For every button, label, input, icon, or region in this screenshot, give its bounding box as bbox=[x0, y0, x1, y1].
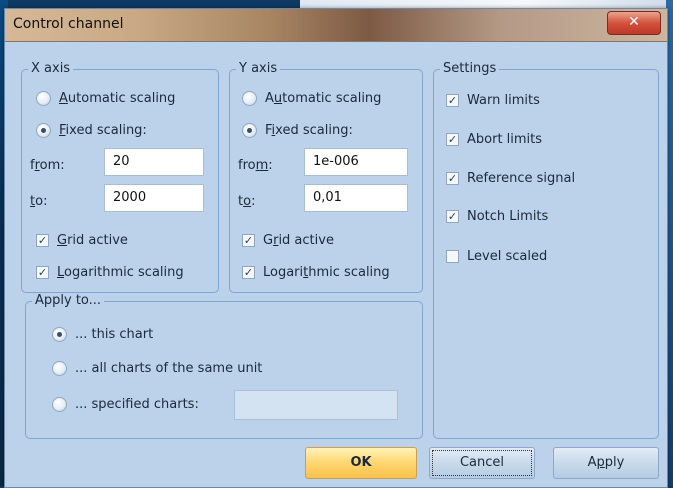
x-grid-active-check[interactable]: ✓ bbox=[36, 233, 49, 247]
apply-same-unit-radio[interactable]: ... all charts of the same unit bbox=[52, 358, 262, 378]
notch-limits-check[interactable]: ✓ bbox=[446, 209, 459, 223]
y-axis-group-title: Y axis bbox=[236, 61, 281, 76]
level-scaled-check[interactable] bbox=[446, 249, 459, 263]
x-logarithmic-scaling-label: Logarithmic scaling bbox=[57, 264, 184, 280]
reference-signal-check[interactable]: ✓ bbox=[446, 171, 459, 185]
x-to-label: to: bbox=[30, 194, 48, 209]
abort-limits-label: Abort limits bbox=[467, 131, 543, 147]
dialog-title: Control channel bbox=[13, 16, 124, 32]
x-from-input[interactable]: 20 bbox=[104, 148, 204, 176]
abort-limits-checkbox[interactable]: ✓ Abort limits bbox=[446, 129, 542, 149]
dialog-titlebar[interactable]: Control channel ✕ bbox=[5, 9, 667, 42]
y-automatic-scaling-radio[interactable]: Automatic scaling bbox=[242, 88, 381, 108]
settings-group-title: Settings bbox=[440, 61, 500, 76]
y-fixed-scaling-radio[interactable]: Fixed scaling: bbox=[242, 120, 353, 140]
apply-specified-charts-radio-button[interactable] bbox=[52, 396, 67, 412]
x-grid-active-label: Grid active bbox=[57, 232, 128, 248]
apply-specified-charts-radio[interactable]: ... specified charts: bbox=[52, 394, 199, 414]
close-icon: ✕ bbox=[628, 14, 640, 30]
x-automatic-scaling-radio[interactable]: Automatic scaling bbox=[36, 88, 175, 108]
ok-button[interactable]: OK bbox=[305, 447, 417, 479]
y-logarithmic-scaling-checkbox[interactable]: ✓ Logarithmic scaling bbox=[242, 262, 390, 282]
y-grid-active-label: Grid active bbox=[263, 232, 334, 248]
close-button[interactable]: ✕ bbox=[607, 11, 661, 35]
control-channel-dialog: Control channel ✕ X axis Automatic scali… bbox=[4, 8, 668, 488]
y-fixed-scaling-label: Fixed scaling: bbox=[265, 122, 353, 138]
x-axis-group-title: X axis bbox=[28, 61, 74, 76]
y-logarithmic-scaling-label: Logarithmic scaling bbox=[263, 264, 390, 280]
settings-group: Settings ✓ Warn limits ✓ Abort limits ✓ … bbox=[433, 61, 659, 439]
x-grid-active-checkbox[interactable]: ✓ Grid active bbox=[36, 230, 128, 250]
x-automatic-scaling-label: Automatic scaling bbox=[59, 90, 176, 106]
y-to-label: to: bbox=[238, 194, 256, 209]
notch-limits-label: Notch Limits bbox=[467, 208, 549, 224]
apply-to-group: Apply to... ... this chart ... all chart… bbox=[25, 293, 423, 439]
warn-limits-checkbox[interactable]: ✓ Warn limits bbox=[446, 90, 540, 110]
apply-specified-charts-label: ... specified charts: bbox=[75, 396, 199, 412]
cancel-button[interactable]: Cancel bbox=[429, 447, 535, 479]
x-axis-group: X axis Automatic scaling Fixed scaling: … bbox=[21, 61, 219, 293]
x-logarithmic-scaling-check[interactable]: ✓ bbox=[36, 265, 49, 279]
apply-button[interactable]: Apply bbox=[553, 447, 659, 479]
specified-charts-input[interactable] bbox=[234, 390, 398, 420]
y-from-label: from: bbox=[238, 158, 273, 173]
warn-limits-check[interactable]: ✓ bbox=[446, 93, 459, 107]
x-fixed-scaling-radio[interactable]: Fixed scaling: bbox=[36, 120, 147, 140]
apply-this-chart-radio-button[interactable] bbox=[52, 326, 67, 342]
x-to-input[interactable]: 2000 bbox=[104, 184, 204, 212]
y-fixed-scaling-radio-button[interactable] bbox=[242, 122, 257, 138]
y-automatic-scaling-radio-button[interactable] bbox=[242, 90, 257, 106]
warn-limits-label: Warn limits bbox=[467, 92, 540, 108]
x-logarithmic-scaling-checkbox[interactable]: ✓ Logarithmic scaling bbox=[36, 262, 184, 282]
y-automatic-scaling-label: Automatic scaling bbox=[265, 90, 382, 106]
apply-to-group-title: Apply to... bbox=[32, 293, 105, 308]
reference-signal-checkbox[interactable]: ✓ Reference signal bbox=[446, 168, 575, 188]
notch-limits-checkbox[interactable]: ✓ Notch Limits bbox=[446, 206, 548, 226]
x-from-label: from: bbox=[30, 158, 65, 173]
y-grid-active-checkbox[interactable]: ✓ Grid active bbox=[242, 230, 334, 250]
x-automatic-scaling-radio-button[interactable] bbox=[36, 90, 51, 106]
y-axis-group: Y axis Automatic scaling Fixed scaling: … bbox=[229, 61, 423, 293]
abort-limits-check[interactable]: ✓ bbox=[446, 132, 459, 146]
apply-this-chart-label: ... this chart bbox=[75, 326, 154, 342]
y-logarithmic-scaling-check[interactable]: ✓ bbox=[242, 265, 255, 279]
y-grid-active-check[interactable]: ✓ bbox=[242, 233, 255, 247]
reference-signal-label: Reference signal bbox=[467, 170, 576, 186]
x-fixed-scaling-radio-button[interactable] bbox=[36, 122, 51, 138]
y-to-input[interactable]: 0,01 bbox=[304, 184, 408, 212]
apply-same-unit-label: ... all charts of the same unit bbox=[75, 360, 263, 376]
apply-same-unit-radio-button[interactable] bbox=[52, 360, 67, 376]
y-from-input[interactable]: 1e-006 bbox=[304, 148, 408, 176]
x-fixed-scaling-label: Fixed scaling: bbox=[59, 122, 147, 138]
level-scaled-checkbox[interactable]: Level scaled bbox=[446, 246, 547, 266]
apply-this-chart-radio[interactable]: ... this chart bbox=[52, 324, 153, 344]
level-scaled-label: Level scaled bbox=[467, 248, 548, 264]
